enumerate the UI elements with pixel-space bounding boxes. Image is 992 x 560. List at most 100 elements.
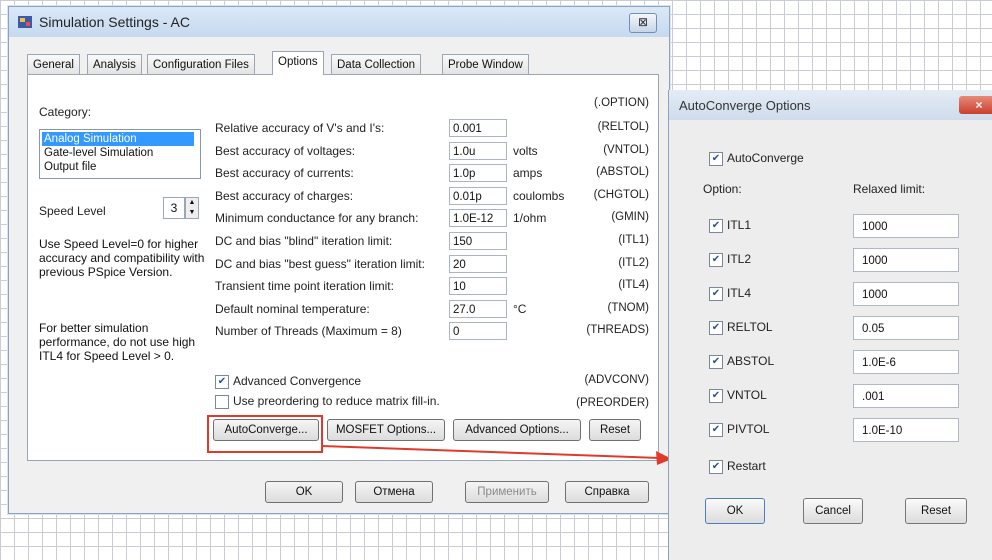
option-label: Default nominal temperature: bbox=[215, 302, 370, 316]
option-header: (.OPTION) bbox=[594, 97, 649, 109]
option-checkbox[interactable]: ✔ bbox=[709, 389, 723, 403]
mosfet-options-button[interactable]: MOSFET Options... bbox=[327, 419, 445, 441]
option-label: PIVTOL bbox=[727, 422, 770, 436]
option-unit: amps bbox=[513, 166, 543, 180]
speed-level-input[interactable]: 3 bbox=[163, 197, 185, 219]
option-unit: °C bbox=[513, 302, 527, 316]
cancel-button[interactable]: Отмена bbox=[355, 481, 433, 503]
option-code: (THREADS) bbox=[586, 324, 649, 336]
help-button[interactable]: Справка bbox=[565, 481, 649, 503]
option-value-field[interactable]: 1.0u bbox=[449, 142, 507, 160]
tab-analysis[interactable]: Analysis bbox=[87, 54, 142, 74]
tab-general[interactable]: General bbox=[27, 54, 80, 74]
ok-button[interactable]: OK bbox=[265, 481, 343, 503]
option-label: ITL1 bbox=[727, 218, 752, 232]
ok-button[interactable]: OK bbox=[705, 498, 765, 524]
title-bar: AutoConverge Options × bbox=[669, 90, 992, 120]
option-label: Transient time point iteration limit: bbox=[215, 279, 394, 293]
option-unit: volts bbox=[513, 144, 538, 158]
arrow-icon bbox=[321, 445, 672, 465]
option-value-field[interactable]: 27.0 bbox=[449, 300, 507, 318]
relaxed-limit-column-header: Relaxed limit: bbox=[853, 182, 926, 196]
relaxed-limit-field[interactable]: 1.0E-10 bbox=[853, 418, 959, 442]
cancel-button[interactable]: Cancel bbox=[803, 498, 863, 524]
option-unit: 1/ohm bbox=[513, 211, 547, 225]
reset-button[interactable]: Reset bbox=[905, 498, 967, 524]
option-code: (TNOM) bbox=[607, 302, 649, 314]
option-value-field[interactable]: 0.01p bbox=[449, 187, 507, 205]
option-code: (VNTOL) bbox=[603, 144, 649, 156]
option-label: ABSTOL bbox=[727, 354, 775, 368]
option-checkbox[interactable]: ✔ bbox=[709, 219, 723, 233]
restart-checkbox[interactable]: ✔ bbox=[709, 460, 723, 474]
highlight-box bbox=[207, 415, 323, 453]
option-label: RELTOL bbox=[727, 320, 773, 334]
autoconverge-checkbox[interactable]: ✔ bbox=[709, 152, 723, 166]
relaxed-limit-field[interactable]: 1000 bbox=[853, 214, 959, 238]
option-value-field[interactable]: 10 bbox=[449, 277, 507, 295]
autoconverge-label: AutoConverge bbox=[727, 151, 804, 165]
option-column-header: Option: bbox=[703, 182, 742, 196]
preorder-code: (PREORDER) bbox=[576, 397, 649, 409]
option-label: Best accuracy of charges: bbox=[215, 189, 354, 203]
option-code: (ITL1) bbox=[618, 234, 649, 246]
tab-options[interactable]: Options bbox=[272, 51, 324, 75]
tab-data-collection[interactable]: Data Collection bbox=[331, 54, 421, 74]
simulation-settings-dialog: Simulation Settings - AC ⊠ General Analy… bbox=[8, 6, 670, 514]
category-list[interactable]: Analog Simulation Gate-level Simulation … bbox=[39, 129, 201, 179]
dialog-title: AutoConverge Options bbox=[679, 98, 811, 113]
option-code: (RELTOL) bbox=[597, 121, 649, 133]
option-label: Number of Threads (Maximum = 8) bbox=[215, 324, 402, 338]
option-code: (CHGTOL) bbox=[593, 189, 649, 201]
option-checkbox[interactable]: ✔ bbox=[709, 253, 723, 267]
speed-level-note: Use Speed Level=0 for higher accuracy an… bbox=[39, 237, 205, 279]
performance-note: For better simulation performance, do no… bbox=[39, 321, 196, 363]
category-label: Category: bbox=[39, 105, 92, 119]
advconv-code: (ADVCONV) bbox=[584, 374, 649, 386]
tab-probe-window[interactable]: Probe Window bbox=[442, 54, 529, 74]
list-item[interactable]: Output file bbox=[42, 160, 194, 174]
close-button[interactable]: × bbox=[959, 96, 992, 114]
option-value-field[interactable]: 150 bbox=[449, 232, 507, 250]
advanced-convergence-checkbox[interactable]: ✔ bbox=[215, 375, 229, 389]
relaxed-limit-field[interactable]: 1000 bbox=[853, 282, 959, 306]
option-label: Minimum conductance for any branch: bbox=[215, 211, 419, 225]
option-checkbox[interactable]: ✔ bbox=[709, 423, 723, 437]
relaxed-limit-field[interactable]: 1.0E-6 bbox=[853, 350, 959, 374]
option-value-field[interactable]: 0.001 bbox=[449, 119, 507, 137]
relaxed-limit-field[interactable]: .001 bbox=[853, 384, 959, 408]
option-label: ITL2 bbox=[727, 252, 752, 266]
relaxed-limit-field[interactable]: 0.05 bbox=[853, 316, 959, 340]
speed-level-spinner[interactable]: ▲ ▼ bbox=[185, 197, 199, 219]
option-label: DC and bias "blind" iteration limit: bbox=[215, 234, 393, 248]
dialog-title: Simulation Settings - AC bbox=[39, 14, 190, 30]
option-label: DC and bias "best guess" iteration limit… bbox=[215, 257, 425, 271]
close-button[interactable]: ⊠ bbox=[629, 13, 657, 33]
list-item[interactable]: Gate-level Simulation bbox=[42, 146, 194, 160]
tab-configuration-files[interactable]: Configuration Files bbox=[147, 54, 255, 74]
app-icon bbox=[17, 14, 33, 30]
apply-button[interactable]: Применить bbox=[465, 481, 549, 503]
option-label: Best accuracy of currents: bbox=[215, 166, 354, 180]
reset-button[interactable]: Reset bbox=[589, 419, 641, 441]
title-bar: Simulation Settings - AC ⊠ bbox=[9, 7, 669, 37]
option-label: VNTOL bbox=[727, 388, 767, 402]
option-value-field[interactable]: 0 bbox=[449, 322, 507, 340]
preorder-label: Use preordering to reduce matrix fill-in… bbox=[233, 394, 440, 408]
option-label: ITL4 bbox=[727, 286, 752, 300]
advanced-convergence-label: Advanced Convergence bbox=[233, 374, 362, 388]
option-checkbox[interactable]: ✔ bbox=[709, 321, 723, 335]
relaxed-limit-field[interactable]: 1000 bbox=[853, 248, 959, 272]
option-value-field[interactable]: 20 bbox=[449, 255, 507, 273]
option-checkbox[interactable]: ✔ bbox=[709, 287, 723, 301]
advanced-options-button[interactable]: Advanced Options... bbox=[453, 419, 581, 441]
list-item[interactable]: Analog Simulation bbox=[42, 132, 194, 146]
option-value-field[interactable]: 1.0p bbox=[449, 164, 507, 182]
restart-label: Restart bbox=[727, 459, 766, 473]
option-code: (ITL4) bbox=[618, 279, 649, 291]
speed-level-label: Speed Level bbox=[39, 204, 106, 218]
preorder-checkbox[interactable] bbox=[215, 395, 229, 409]
option-label: Relative accuracy of V's and I's: bbox=[215, 121, 385, 135]
option-value-field[interactable]: 1.0E-12 bbox=[449, 209, 507, 227]
option-checkbox[interactable]: ✔ bbox=[709, 355, 723, 369]
